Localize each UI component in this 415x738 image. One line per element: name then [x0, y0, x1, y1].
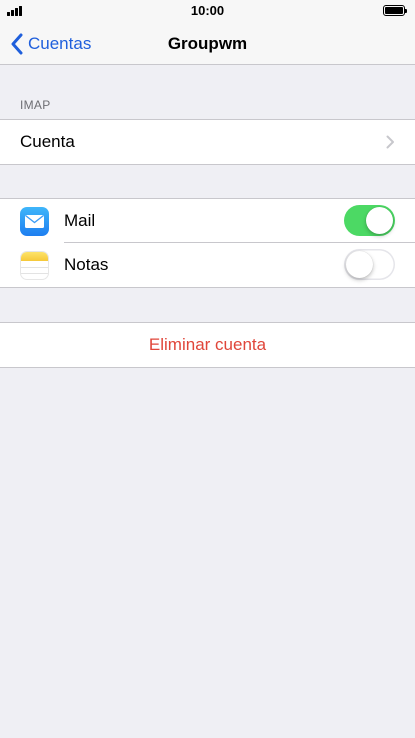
status-bar: 10:00 [0, 0, 415, 22]
back-button-label: Cuentas [28, 33, 92, 53]
notes-icon [20, 251, 49, 280]
back-button[interactable]: Cuentas [10, 22, 91, 65]
mail-label: Mail [64, 211, 96, 230]
account-group: Cuenta [0, 119, 415, 165]
battery-icon [383, 5, 407, 16]
toggle-knob [366, 207, 393, 234]
chevron-right-icon [386, 135, 394, 149]
account-row[interactable]: Cuenta [0, 120, 415, 164]
settings-screen: 10:00 Groupwm Cuentas IMAP Cuenta Mail N… [0, 0, 415, 738]
delete-account-button[interactable]: Eliminar cuenta [0, 323, 415, 367]
toggle-knob [346, 251, 373, 278]
delete-account-label: Eliminar cuenta [148, 335, 267, 354]
chevron-left-icon [11, 33, 23, 54]
apps-group: Mail Notas [0, 198, 415, 288]
app-row-notes: Notas [0, 243, 415, 287]
account-label: Cuenta [20, 132, 75, 151]
delete-group: Eliminar cuenta [0, 322, 415, 368]
notes-toggle[interactable] [344, 249, 395, 280]
notes-label: Notas [64, 255, 109, 274]
status-time: 10:00 [190, 3, 225, 18]
mail-toggle[interactable] [344, 205, 395, 236]
section-header-imap: IMAP [20, 98, 51, 112]
navigation-bar: Groupwm Cuentas [0, 22, 415, 65]
app-row-mail: Mail [0, 199, 415, 243]
mail-icon [20, 207, 49, 236]
